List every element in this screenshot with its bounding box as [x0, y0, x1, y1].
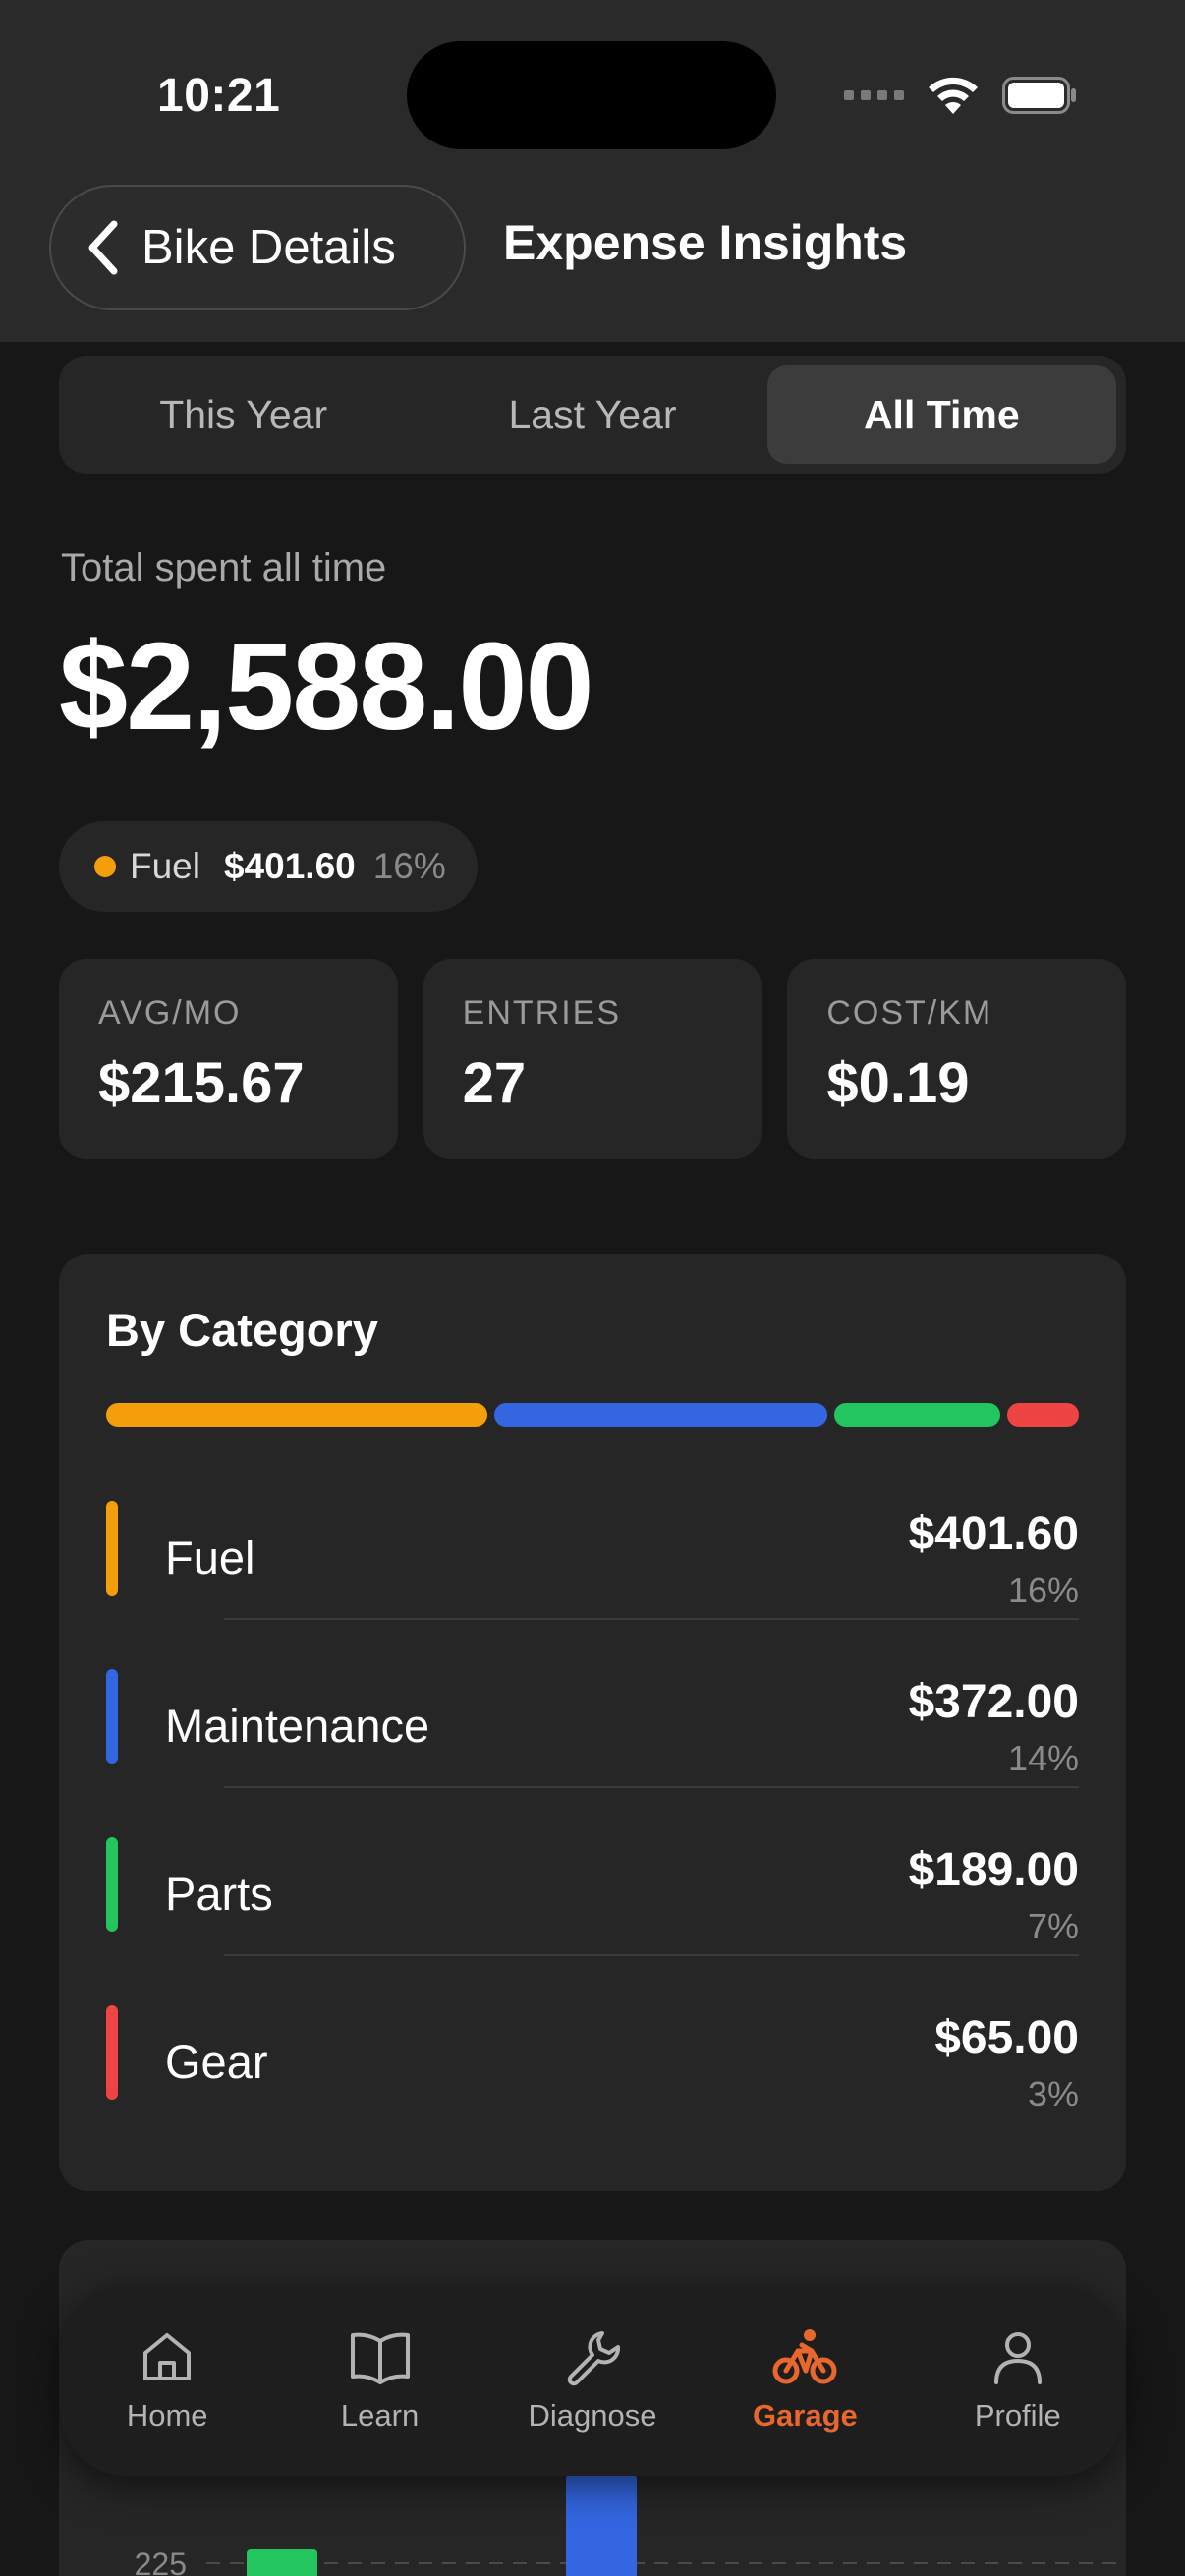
chart-bar	[247, 2549, 317, 2576]
segment-last-year[interactable]: Last Year	[418, 365, 766, 464]
category-row-maintenance[interactable]: Maintenance $372.00 14%	[106, 1620, 1079, 1788]
stat-label: ENTRIES	[462, 994, 622, 1032]
tab-label: Profile	[974, 2398, 1061, 2433]
chip-percent: 16%	[372, 846, 446, 886]
top-category-chip: Fuel $401.60 16%	[59, 821, 478, 912]
tab-label: Diagnose	[528, 2398, 657, 2433]
tab-label: Home	[126, 2398, 208, 2433]
chip-color-dot	[94, 856, 116, 877]
category-name: Maintenance	[165, 1700, 430, 1752]
stat-label: COST/KM	[826, 994, 993, 1032]
signal-icon	[844, 90, 904, 100]
category-amount: $401.60	[908, 1508, 1079, 1560]
category-card: By Category Fuel $401.60 16% Maintenance…	[59, 1254, 1126, 2191]
category-color-stripe	[106, 1837, 118, 1932]
chip-amount: $401.60	[223, 846, 356, 886]
wrench-icon	[567, 2331, 620, 2386]
tab-label: Learn	[340, 2398, 420, 2433]
category-amount: $189.00	[908, 1844, 1079, 1896]
total-amount: $2,588.00	[59, 617, 594, 756]
category-percent: 16%	[1007, 1570, 1079, 1610]
tab-profile[interactable]: Profile	[925, 2327, 1111, 2434]
tab-garage[interactable]: Garage	[711, 2327, 898, 2434]
tab-label: Garage	[752, 2398, 858, 2433]
dynamic-island	[407, 41, 776, 149]
category-percent: 7%	[1027, 1906, 1079, 1946]
stat-card-cost-km: COST/KM $0.19	[787, 959, 1127, 1159]
book-icon	[350, 2332, 410, 2384]
tab-learn[interactable]: Learn	[287, 2327, 474, 2434]
segment-this-year[interactable]: This Year	[69, 365, 418, 464]
tab-bar: Home Learn Diagnose Garage Profile	[61, 2285, 1124, 2476]
segment-all-time[interactable]: All Time	[766, 365, 1116, 464]
y-tick-label: 225	[135, 2547, 187, 2576]
status-time: 10:21	[157, 70, 281, 122]
chip-label: Fuel	[130, 846, 200, 886]
tab-diagnose[interactable]: Diagnose	[499, 2327, 686, 2434]
total-caption: Total spent all time	[61, 546, 387, 589]
page-title: Expense Insights	[503, 215, 908, 270]
bicycle-icon	[772, 2329, 837, 2384]
share-segment-maintenance	[493, 1403, 827, 1427]
category-percent: 14%	[1007, 1738, 1079, 1778]
header-bar: 10:21 Bike Details Expense Insights	[0, 0, 1185, 342]
share-segment-fuel	[106, 1403, 487, 1427]
category-color-stripe	[106, 1669, 118, 1764]
category-row-gear[interactable]: Gear $65.00 3%	[106, 1956, 1079, 2124]
share-segment-gear	[1007, 1403, 1079, 1427]
chart-bar	[566, 2475, 637, 2576]
home-icon	[143, 2333, 192, 2380]
category-percent: 3%	[1027, 2074, 1079, 2114]
stat-card-entries: ENTRIES 27	[423, 959, 762, 1159]
category-color-stripe	[106, 1501, 118, 1596]
status-icons	[844, 71, 1077, 120]
person-icon	[993, 2332, 1042, 2384]
category-name: Parts	[165, 1868, 273, 1920]
category-amount: $65.00	[934, 2012, 1079, 2064]
stat-label: AVG/MO	[98, 994, 242, 1032]
stats-row: AVG/MO $215.67 ENTRIES 27 COST/KM $0.19	[59, 959, 1127, 1159]
stat-card-avg-month: AVG/MO $215.67	[59, 959, 398, 1159]
category-row-parts[interactable]: Parts $189.00 7%	[106, 1788, 1079, 1956]
category-row-fuel[interactable]: Fuel $401.60 16%	[106, 1452, 1079, 1620]
category-share-bar	[106, 1403, 1079, 1427]
category-color-stripe	[106, 2005, 118, 2100]
back-button[interactable]: Bike Details	[49, 185, 466, 310]
stat-value: $215.67	[98, 1051, 305, 1115]
stat-value: 27	[462, 1051, 527, 1115]
battery-icon	[1002, 77, 1076, 114]
category-name: Fuel	[165, 1532, 255, 1584]
period-segmented-control: This Year Last Year All Time	[59, 356, 1126, 474]
tab-home[interactable]: Home	[74, 2327, 260, 2434]
share-segment-parts	[833, 1403, 1001, 1427]
category-amount: $372.00	[908, 1676, 1079, 1728]
back-button-label: Bike Details	[141, 221, 396, 274]
category-card-title: By Category	[106, 1304, 378, 1356]
wifi-icon	[929, 77, 978, 114]
chevron-left-icon	[88, 220, 118, 275]
category-name: Gear	[165, 2036, 268, 2088]
stat-value: $0.19	[826, 1051, 970, 1115]
